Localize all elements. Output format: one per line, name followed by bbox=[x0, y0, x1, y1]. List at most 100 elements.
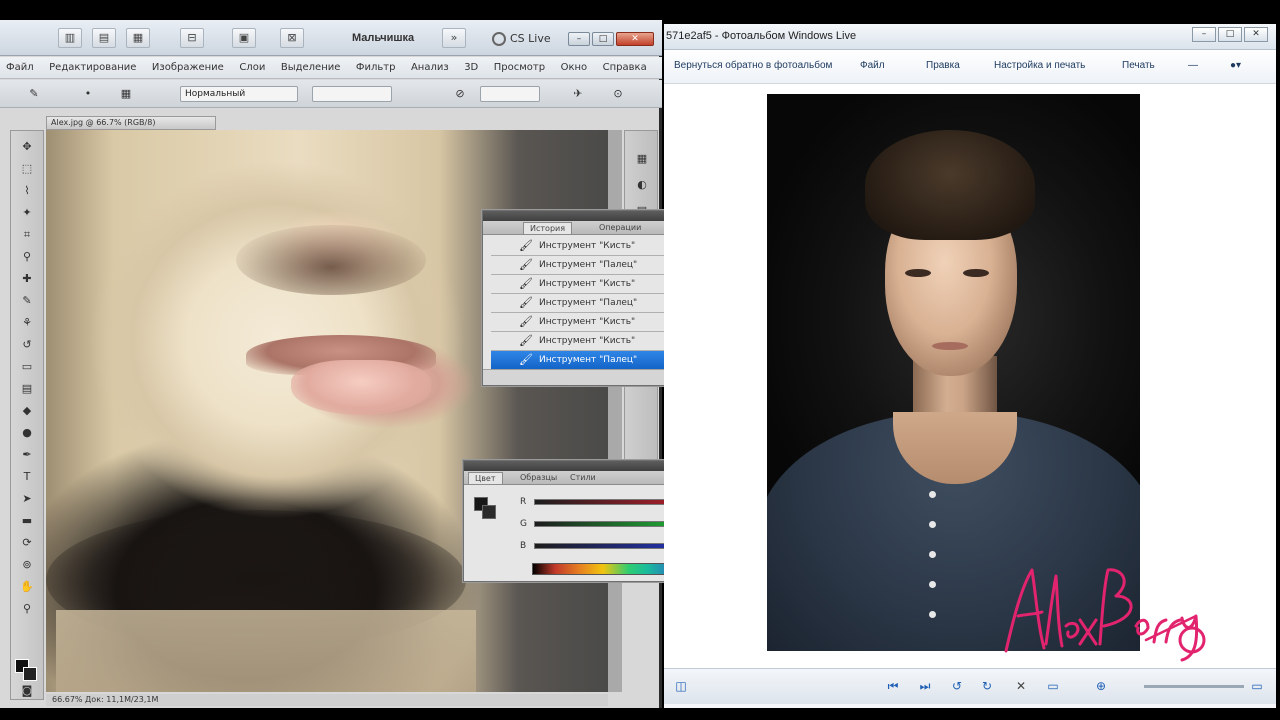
pressure-opacity-icon[interactable]: ⊘ bbox=[452, 86, 468, 102]
pen-tool-icon[interactable]: ✒ bbox=[19, 447, 35, 463]
previous-icon[interactable]: ⏮ bbox=[884, 678, 902, 694]
tab-swatches[interactable]: Образцы bbox=[514, 472, 563, 484]
brush-icon: 🖌 bbox=[519, 296, 533, 309]
brush-preset-icon[interactable]: ✎ bbox=[26, 86, 42, 102]
3d-orbit-tool-icon[interactable]: ⊚ bbox=[19, 557, 35, 573]
cs-live-label: CS Live bbox=[510, 32, 551, 45]
opacity-field[interactable] bbox=[312, 86, 392, 102]
back-to-gallery-button[interactable]: Вернуться обратно в фотоальбом bbox=[674, 60, 832, 71]
move-tool-icon[interactable]: ✥ bbox=[19, 139, 35, 155]
arrange-documents-button[interactable]: ▣ bbox=[232, 28, 256, 48]
lasso-tool-icon[interactable]: ⌇ bbox=[19, 183, 35, 199]
color-panel-icon[interactable]: ◐ bbox=[634, 177, 650, 193]
play-slideshow-icon[interactable]: ⏭ bbox=[916, 678, 934, 694]
maximize-button[interactable]: □ bbox=[592, 32, 614, 46]
history-state-label: Инструмент "Кисть" bbox=[539, 279, 636, 289]
view-extras-button[interactable]: ▦ bbox=[126, 28, 150, 48]
brush-icon: 🖌 bbox=[519, 315, 533, 328]
zoom-level-button[interactable]: ⊟ bbox=[180, 28, 204, 48]
fit-to-window-icon[interactable]: ▭ bbox=[1248, 678, 1266, 694]
background-color-swatch[interactable] bbox=[23, 667, 37, 681]
menu-layers[interactable]: Слои bbox=[233, 57, 271, 78]
healing-tool-icon[interactable]: ✚ bbox=[19, 271, 35, 287]
close-button[interactable]: ✕ bbox=[1244, 27, 1268, 42]
history-panel-icon[interactable]: ▦ bbox=[634, 151, 650, 167]
tab-color[interactable]: Цвет bbox=[468, 472, 503, 484]
screen-mode-button[interactable]: ⊠ bbox=[280, 28, 304, 48]
zoom-slider[interactable] bbox=[1144, 685, 1244, 688]
shape-tool-icon[interactable]: ▬ bbox=[19, 513, 35, 529]
airbrush-icon[interactable]: ✈ bbox=[570, 86, 586, 102]
maximize-button[interactable]: □ bbox=[1218, 27, 1242, 42]
document-tab[interactable]: Alex.jpg @ 66.7% (RGB/8) bbox=[46, 116, 216, 130]
gradient-tool-icon[interactable]: ▤ bbox=[19, 381, 35, 397]
blend-mode-select[interactable]: Нормальный bbox=[180, 86, 298, 102]
close-button[interactable]: ✕ bbox=[616, 32, 654, 46]
delete-icon[interactable]: ✕ bbox=[1012, 678, 1030, 694]
shirt-button bbox=[929, 491, 936, 498]
type-tool-icon[interactable]: T bbox=[19, 469, 35, 485]
3d-rotate-tool-icon[interactable]: ⟳ bbox=[19, 535, 35, 551]
cs-live-icon bbox=[492, 32, 506, 46]
bridge-button[interactable]: ▥ bbox=[58, 28, 82, 48]
shirt-button bbox=[929, 551, 936, 558]
history-state-label: Инструмент "Палец" bbox=[539, 355, 638, 365]
file-menu[interactable]: Файл bbox=[860, 60, 885, 71]
bridge-icon: ▥ bbox=[64, 31, 76, 44]
cs-live-button[interactable]: CS Live bbox=[490, 30, 557, 48]
brush-icon: 🖌 bbox=[519, 277, 533, 290]
menu-image[interactable]: Изображение bbox=[146, 57, 230, 78]
mini-bridge-button[interactable]: ▤ bbox=[92, 28, 116, 48]
history-state-label: Инструмент "Палец" bbox=[539, 260, 638, 270]
menu-file[interactable]: Файл bbox=[0, 57, 40, 78]
history-brush-tool-icon[interactable]: ↺ bbox=[19, 337, 35, 353]
minimize-button[interactable]: – bbox=[568, 32, 590, 46]
pressure-size-icon[interactable]: ⊙ bbox=[610, 86, 626, 102]
brush-size-icon[interactable]: • bbox=[80, 86, 96, 102]
help-icon[interactable]: ●▾ bbox=[1230, 60, 1241, 71]
menu-3d[interactable]: 3D bbox=[458, 57, 484, 78]
tab-styles[interactable]: Стили bbox=[564, 472, 602, 484]
marquee-tool-icon[interactable]: ⬚ bbox=[19, 161, 35, 177]
path-select-tool-icon[interactable]: ➤ bbox=[19, 491, 35, 507]
menu-analysis[interactable]: Анализ bbox=[405, 57, 455, 78]
eraser-tool-icon[interactable]: ▭ bbox=[19, 359, 35, 375]
more-icon[interactable]: — bbox=[1188, 60, 1198, 71]
zoom-tool-icon[interactable]: ⚲ bbox=[19, 601, 35, 617]
quick-mask-icon[interactable]: ◙ bbox=[19, 683, 35, 699]
red-slider-label: R bbox=[520, 497, 527, 507]
menu-edit[interactable]: Редактирование bbox=[43, 57, 142, 78]
brush-icon: 🖌 bbox=[519, 353, 533, 366]
crop-tool-icon[interactable]: ⌗ bbox=[19, 227, 35, 243]
workspace-menu-button[interactable]: » bbox=[442, 28, 466, 48]
display-icon[interactable]: ▭ bbox=[1044, 678, 1062, 694]
menu-filter[interactable]: Фильтр bbox=[350, 57, 402, 78]
print-menu[interactable]: Печать bbox=[1122, 60, 1155, 71]
edit-button[interactable]: Правка bbox=[926, 60, 960, 71]
eyedropper-tool-icon[interactable]: ⚲ bbox=[19, 249, 35, 265]
dodge-tool-icon[interactable]: ● bbox=[19, 425, 35, 441]
minimize-button[interactable]: – bbox=[1192, 27, 1216, 42]
clone-stamp-tool-icon[interactable]: ⚘ bbox=[19, 315, 35, 331]
menu-select[interactable]: Выделение bbox=[275, 57, 347, 78]
quick-select-tool-icon[interactable]: ✦ bbox=[19, 205, 35, 221]
background-color-swatch[interactable] bbox=[482, 505, 496, 519]
menu-help[interactable]: Справка bbox=[597, 57, 653, 78]
zoom-icon[interactable]: ⊕ bbox=[1092, 678, 1110, 694]
tab-history[interactable]: История bbox=[523, 222, 573, 234]
zoom-icon: ⊟ bbox=[187, 31, 197, 44]
workspace-switcher[interactable]: Мальчишка bbox=[352, 32, 414, 44]
grid-view-icon[interactable]: ◫ bbox=[672, 678, 690, 694]
blur-tool-icon[interactable]: ◆ bbox=[19, 403, 35, 419]
brush-tool-icon[interactable]: ✎ bbox=[19, 293, 35, 309]
flow-field[interactable] bbox=[480, 86, 540, 102]
hand-tool-icon[interactable]: ✋ bbox=[19, 579, 35, 595]
toggle-brush-panel-icon[interactable]: ▦ bbox=[118, 86, 134, 102]
rotate-right-icon[interactable]: ↻ bbox=[978, 678, 996, 694]
tab-actions[interactable]: Операции bbox=[593, 222, 647, 234]
menu-window[interactable]: Окно bbox=[555, 57, 594, 78]
menu-view[interactable]: Просмотр bbox=[488, 57, 551, 78]
fix-print-menu[interactable]: Настройка и печать bbox=[994, 60, 1085, 71]
rotate-left-icon[interactable]: ↺ bbox=[948, 678, 966, 694]
shirt-button bbox=[929, 611, 936, 618]
